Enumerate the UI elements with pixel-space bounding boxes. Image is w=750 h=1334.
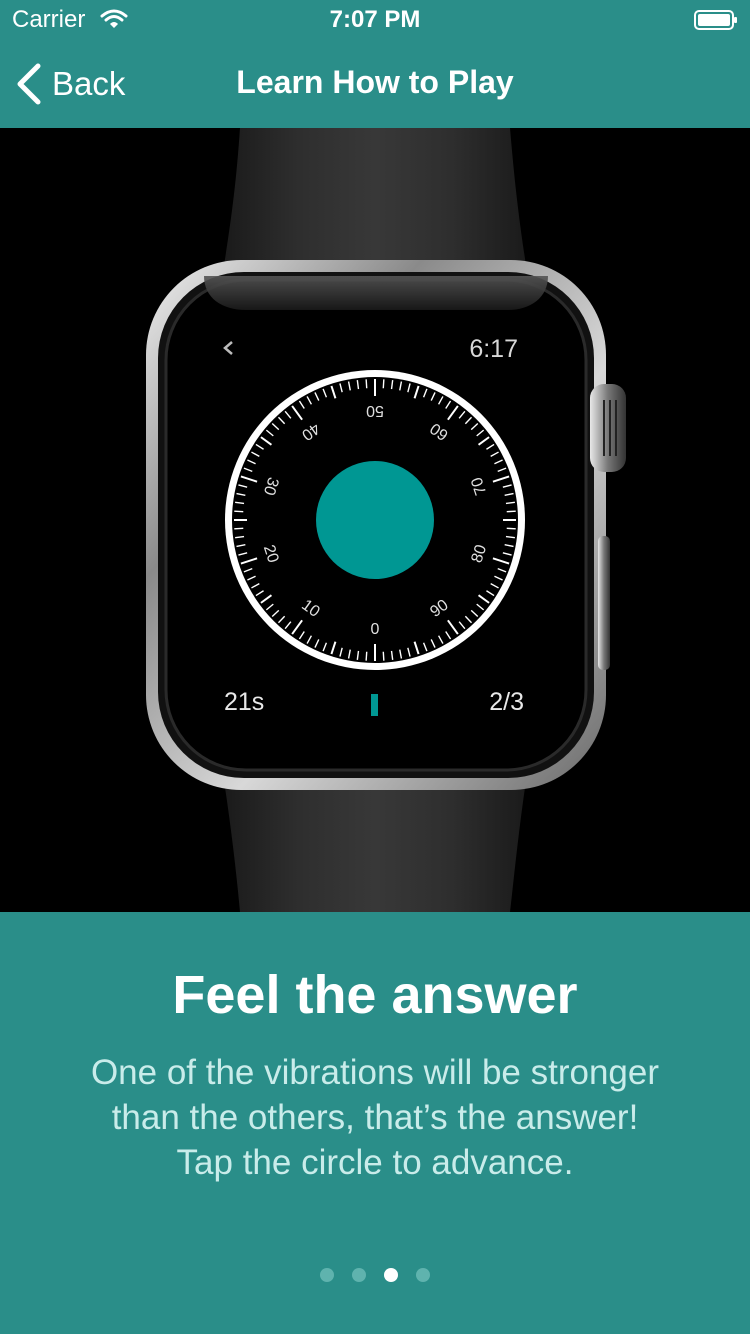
status-time: 7:07 PM <box>329 6 421 33</box>
dial-tick <box>506 527 516 530</box>
panel-body: One of the vibrations will be stronger t… <box>40 1050 710 1185</box>
dial-tick <box>365 379 368 389</box>
tap-circle[interactable] <box>316 461 434 579</box>
page-dot[interactable] <box>320 1268 334 1282</box>
dial-tick <box>382 379 385 389</box>
watch-progress: 2/3 <box>489 688 524 716</box>
panel-body-line: than the others, that’s the answer! <box>111 1098 639 1137</box>
dial-label: 50 <box>366 402 384 419</box>
panel-title: Feel the answer <box>172 965 578 1025</box>
battery-icon <box>694 10 737 30</box>
dial-tick <box>365 651 368 661</box>
dial-tick <box>506 510 516 513</box>
page-dot[interactable] <box>384 1268 398 1282</box>
status-bar: Carrier 7:07 PM <box>0 0 750 40</box>
dial-tick <box>234 510 244 513</box>
watch-band-top <box>222 128 528 278</box>
watch-progress-indicator <box>371 694 378 716</box>
dial-tick <box>234 527 244 530</box>
digital-crown <box>590 384 626 472</box>
watch-timer: 21s <box>224 688 264 716</box>
watch-clock: 6:17 <box>469 335 518 363</box>
page-dot[interactable] <box>416 1268 430 1282</box>
dial-tick <box>382 651 385 661</box>
info-panel: Feel the answer One of the vibrations wi… <box>0 912 750 1334</box>
dial-label: 0 <box>371 621 380 638</box>
navigation-bar: Back Learn How to Play <box>0 40 750 128</box>
watch-illustration: 6:17 0 10 20 30 40 50 60 70 80 90 21s 2/3 <box>0 128 750 912</box>
watch-svg: 6:17 0102030405060708090 21s 2/3 <box>146 128 626 912</box>
page-title: Learn How to Play <box>236 64 514 100</box>
side-button <box>598 536 610 670</box>
page-dot[interactable] <box>352 1268 366 1282</box>
panel-body-line: One of the vibrations will be stronger <box>90 1053 660 1092</box>
panel-body-line: Tap the circle to advance. <box>176 1143 574 1182</box>
page-indicator[interactable] <box>0 1268 750 1282</box>
